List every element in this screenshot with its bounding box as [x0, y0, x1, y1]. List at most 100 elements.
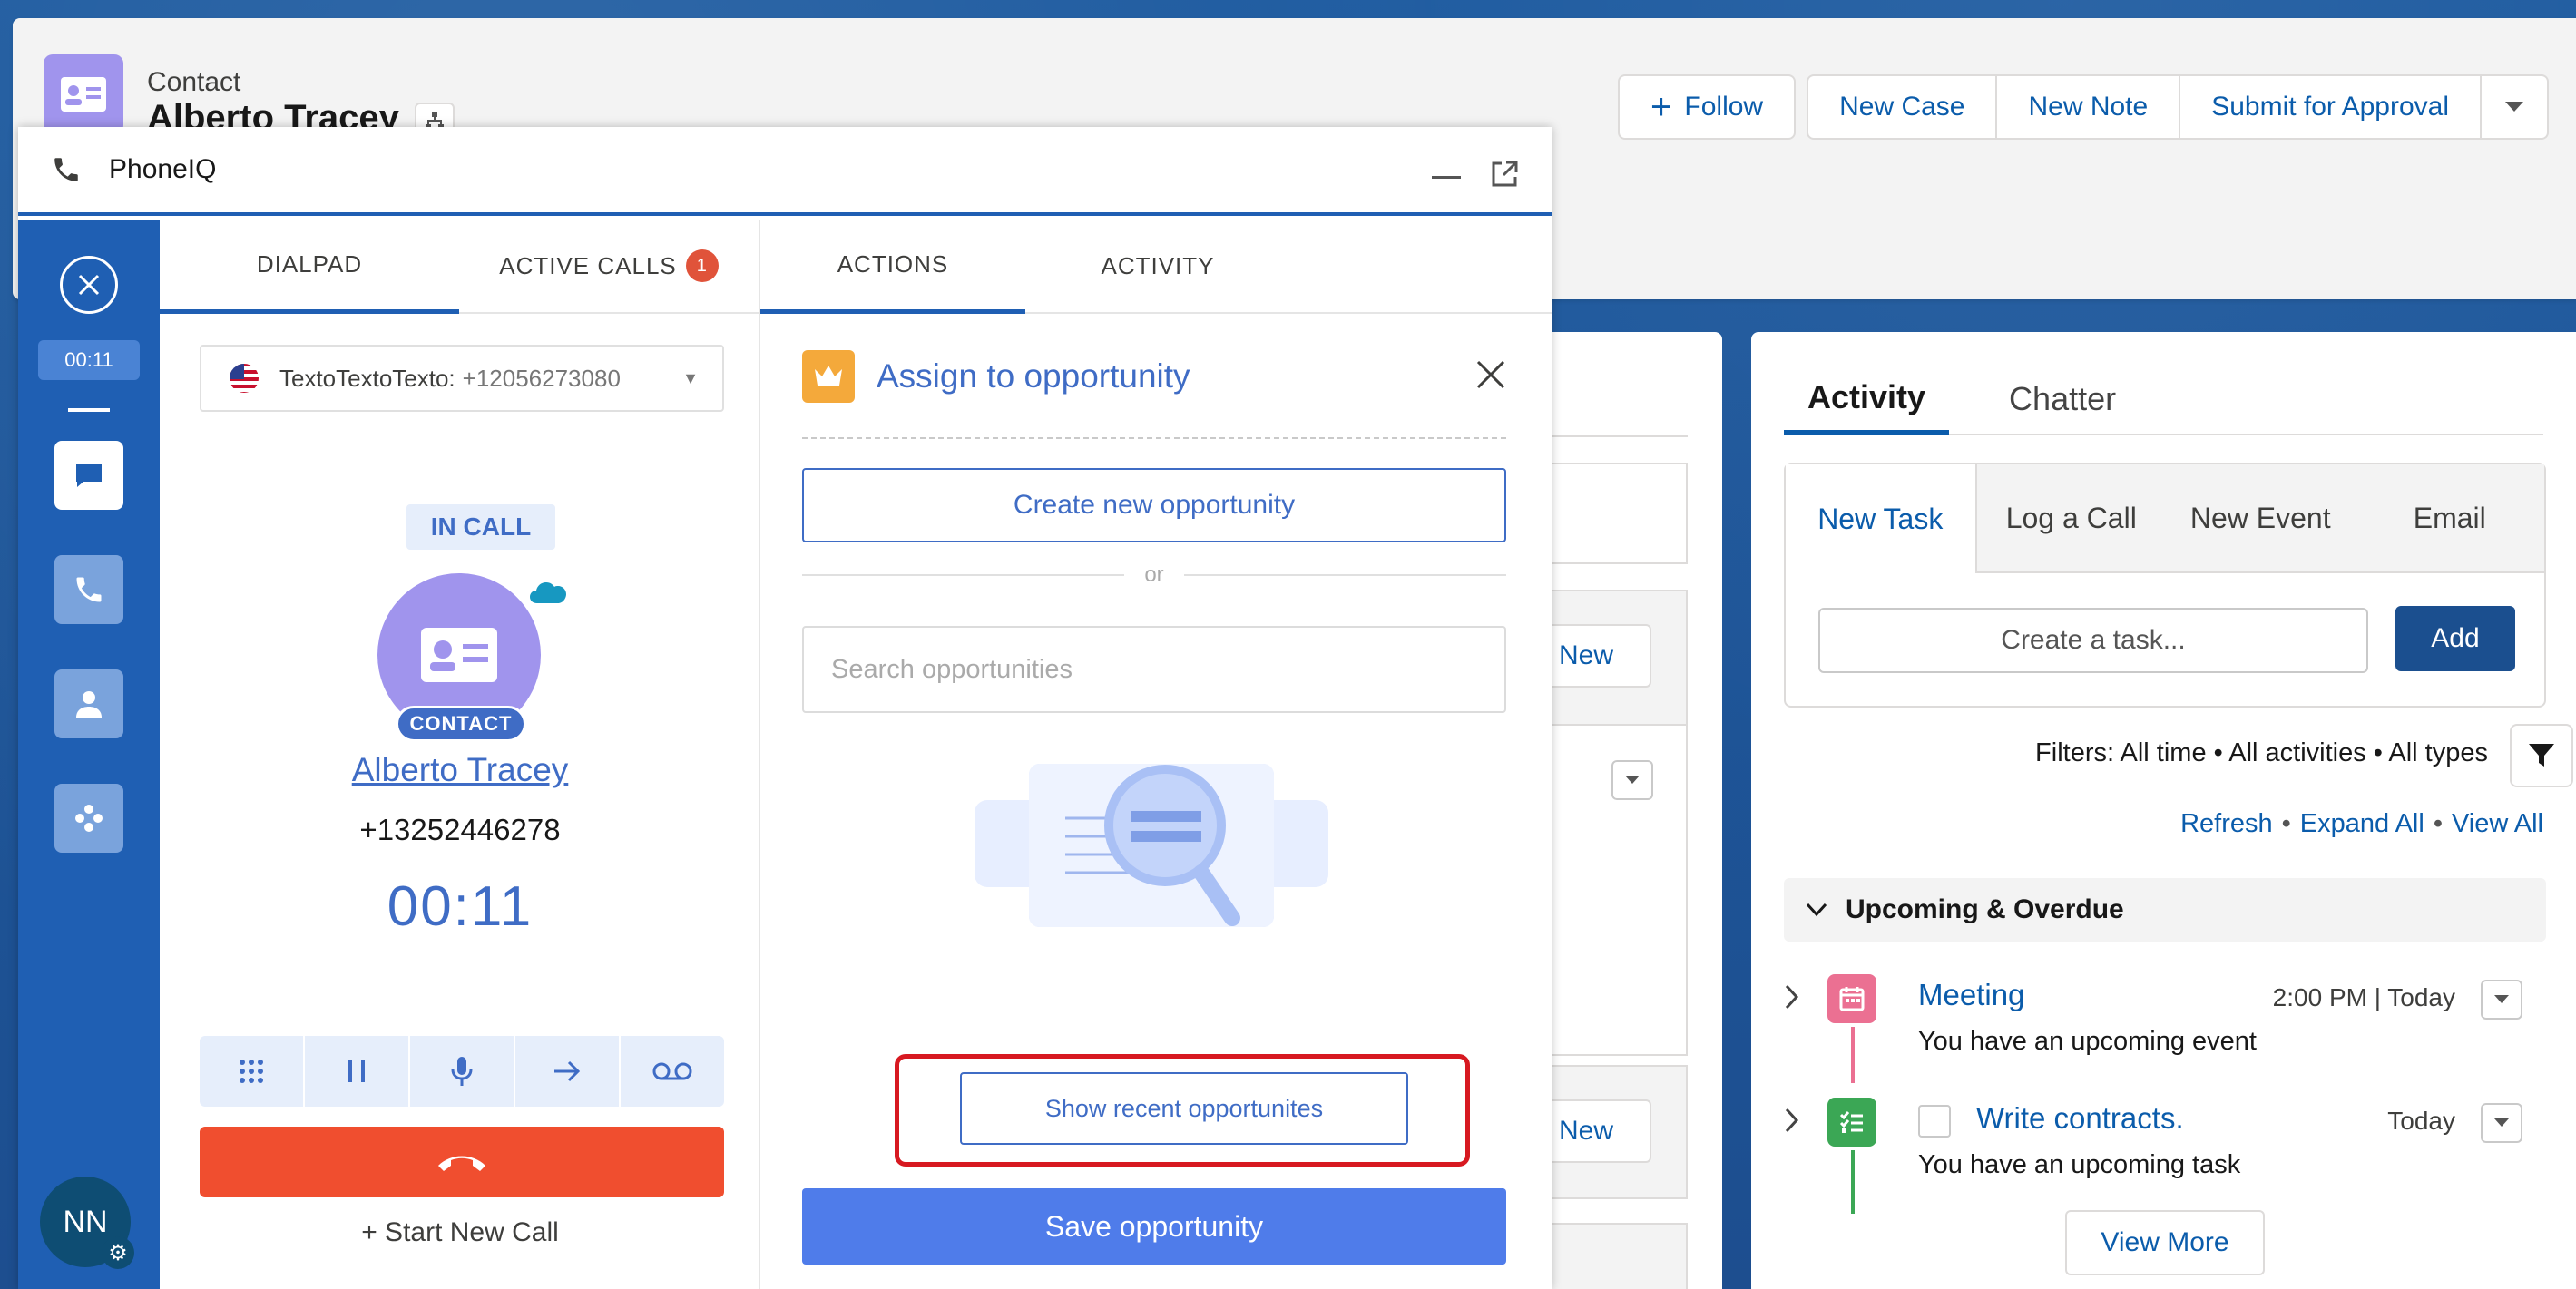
meeting-link[interactable]: Meeting [1918, 978, 2024, 1012]
new-button-2[interactable]: New [1543, 1099, 1651, 1163]
write-contracts-link[interactable]: Write contracts. [1976, 1101, 2184, 1136]
start-new-call-link[interactable]: + Start New Call [160, 1217, 760, 1248]
view-more-button[interactable]: View More [2065, 1210, 2265, 1275]
call-status-badge: IN CALL [406, 504, 555, 550]
task-subtitle: You have an upcoming task [1918, 1150, 2241, 1179]
chevron-right-icon[interactable] [1784, 1107, 1800, 1134]
meeting-time: 2:00 PM | Today [2272, 983, 2455, 1011]
add-button[interactable]: Add [2395, 606, 2515, 671]
activity-links: Refresh • Expand All • View All [2180, 809, 2543, 838]
tab-active-calls[interactable]: ACTIVE CALLS 1 [459, 220, 759, 312]
search-illustration [975, 764, 1328, 927]
minimize-button[interactable] [1432, 176, 1461, 179]
keypad-button[interactable] [200, 1036, 305, 1107]
chevron-right-icon[interactable] [1784, 983, 1800, 1011]
phoneiq-titlebar: PhoneIQ [18, 127, 1552, 216]
expand-all-link[interactable]: Expand All [2300, 809, 2424, 838]
gear-icon[interactable]: ⚙ [102, 1236, 134, 1269]
record-actions: + Follow New Case New Note Submit for Ap… [1618, 74, 2549, 140]
phone-icon [76, 577, 102, 602]
us-flag-icon [230, 364, 259, 393]
close-icon[interactable] [1475, 359, 1506, 390]
composer-tabs: New Task Log a Call New Event Email [1786, 464, 2544, 573]
chevron-down-icon [2494, 995, 2509, 1003]
rail-messages-button[interactable] [54, 441, 123, 510]
actions-tabs: ACTIONS ACTIVITY [760, 220, 1552, 314]
phone-icon [54, 158, 78, 181]
contact-icon [44, 54, 123, 134]
contact-name-link[interactable]: Alberto Tracey [160, 751, 760, 789]
search-opportunities-input[interactable]: Search opportunities [802, 626, 1506, 713]
hangup-button[interactable] [200, 1127, 724, 1197]
voicemail-icon [652, 1062, 692, 1080]
crown-icon [802, 350, 855, 403]
call-timer: 00:11 [387, 875, 534, 938]
tab-activity[interactable]: Activity [1784, 365, 1950, 435]
chevron-down-icon [1806, 903, 1827, 917]
mute-button[interactable] [410, 1036, 515, 1107]
tab-new-event[interactable]: New Event [2166, 464, 2356, 573]
refresh-link[interactable]: Refresh [2180, 809, 2273, 838]
rail-indicator [68, 408, 110, 412]
phoneiq-rail: 00:11 NN ⚙ [18, 220, 160, 1289]
task-icon [1827, 1098, 1876, 1147]
task-menu-button[interactable] [2481, 1103, 2522, 1143]
dialpad-tabs: DIALPAD ACTIVE CALLS 1 [160, 220, 759, 314]
row-menu-button[interactable] [1611, 760, 1653, 800]
filter-button[interactable] [2510, 724, 2573, 787]
timeline-item-task: Write contracts. Today You have an upcom… [1784, 1098, 2546, 1214]
microphone-icon [451, 1057, 473, 1086]
caret-down-icon: ▼ [682, 368, 699, 387]
upcoming-section-header[interactable]: Upcoming & Overdue [1784, 878, 2546, 942]
popout-icon[interactable] [1490, 160, 1519, 189]
close-icon [78, 274, 100, 296]
create-task-input[interactable]: Create a task... [1818, 608, 2368, 673]
save-opportunity-button[interactable]: Save opportunity [802, 1188, 1506, 1265]
follow-button[interactable]: + Follow [1618, 74, 1797, 140]
caller-id-select[interactable]: TextoTextoTexto: +12056273080 ▼ [200, 345, 724, 412]
phoneiq-widget: PhoneIQ 00:11 NN ⚙ DIALPAD ACTIVE CALLS [18, 127, 1552, 1289]
new-note-button[interactable]: New Note [1997, 74, 2181, 140]
activity-tabs: Activity Chatter [1784, 365, 2543, 435]
tab-new-task[interactable]: New Task [1786, 464, 1977, 573]
field-box [1543, 463, 1688, 564]
actions-column: ACTIONS ACTIVITY Assign to opportunity C… [760, 220, 1552, 1289]
more-actions-button[interactable] [2482, 74, 2549, 140]
chevron-down-icon [2505, 102, 2523, 112]
calendar-icon [1827, 974, 1876, 1023]
task-checkbox[interactable] [1918, 1105, 1951, 1138]
rail-phone-button[interactable] [54, 555, 123, 624]
voicemail-button[interactable] [621, 1036, 724, 1107]
timeline-item-meeting: Meeting 2:00 PM | Today You have an upco… [1784, 974, 2546, 1083]
active-calls-badge: 1 [685, 249, 719, 282]
hangup-icon [438, 1156, 485, 1171]
create-opportunity-button[interactable]: Create new opportunity [802, 468, 1506, 542]
submit-for-approval-button[interactable]: Submit for Approval [2180, 74, 2482, 140]
show-recent-opportunities-button[interactable]: Show recent opportunites [960, 1072, 1408, 1145]
assign-header: Assign to opportunity [802, 350, 1190, 403]
tab-actions[interactable]: ACTIONS [760, 220, 1025, 314]
transfer-button[interactable] [515, 1036, 621, 1107]
hold-button[interactable] [305, 1036, 410, 1107]
tab-dialpad[interactable]: DIALPAD [160, 220, 459, 314]
dashed-divider [802, 437, 1506, 439]
middle-panel: New New [1543, 332, 1722, 1289]
record-type: Contact [147, 67, 241, 97]
new-button-1[interactable]: New [1543, 624, 1651, 688]
meeting-menu-button[interactable] [2481, 980, 2522, 1020]
tab-activity-phoneiq[interactable]: ACTIVITY [1025, 220, 1290, 312]
salesforce-icon [523, 575, 573, 611]
view-all-link[interactable]: View All [2452, 809, 2543, 838]
apps-icon [75, 805, 103, 832]
close-call-button[interactable] [60, 256, 118, 314]
rail-integrations-button[interactable] [54, 784, 123, 853]
meeting-subtitle: You have an upcoming event [1918, 1027, 2257, 1056]
chevron-down-icon [1625, 776, 1640, 784]
tab-log-a-call[interactable]: Log a Call [1976, 464, 2166, 573]
new-case-button[interactable]: New Case [1807, 74, 1998, 140]
tab-chatter[interactable]: Chatter [1985, 365, 2140, 434]
pause-icon [348, 1060, 365, 1082]
plus-icon: + [1650, 87, 1672, 127]
tab-email[interactable]: Email [2355, 464, 2544, 573]
rail-contacts-button[interactable] [54, 669, 123, 738]
